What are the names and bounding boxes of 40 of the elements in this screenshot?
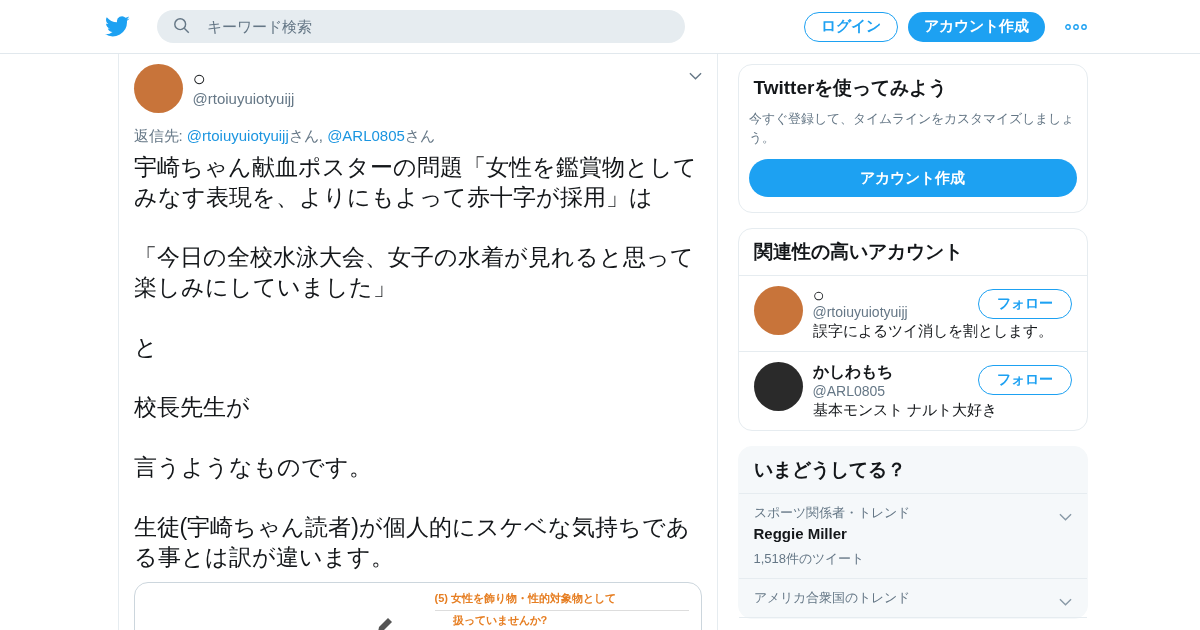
trend-name[interactable]: Reggie Miller [753,525,847,542]
card-title: いまどうしてる？ [738,447,1087,494]
follow-button[interactable]: フォロー [977,289,1072,319]
tweet-text: 生徒(宇崎ちゃん読者)が個人的にスケベな気持ちである事とは訳が違います。 [133,513,691,572]
tweet-count: 1,518件のツイート [753,550,866,568]
user-name[interactable]: ○ [192,68,206,90]
attached-document[interactable]: (5) 女性を飾り物・性的対象物として 扱っていませんか? [133,582,702,630]
account-bio: 誤字によるツイ消しを割とします。 [812,322,1054,341]
document-text: 扱っていませんか? [434,611,689,630]
user-handle[interactable]: @rtoiuyuiotyuijj [192,90,295,107]
tweet-text: 言うようなものです。 [133,453,373,482]
card-title: Twitterを使ってみよう [753,76,949,100]
bird-logo-icon[interactable] [105,16,130,37]
chevron-icon[interactable] [1058,513,1072,521]
tweet-text: 校長先生が [133,393,251,422]
chevron-icon[interactable] [1058,598,1072,606]
tweet-text: と [133,333,159,362]
reply-to-text: 返信先: @rtoiuyuiotyuijjさん, @ARL0805さん [133,127,436,146]
search-field[interactable]: キーワード検索 [157,10,685,43]
avatar[interactable] [753,362,803,411]
trend-context: アメリカ合衆国のトレンド [753,589,910,607]
signup-button[interactable]: アカウント作成 [748,159,1077,197]
account-handle[interactable]: @rtoiuyuiotyuijj [812,304,908,320]
document-text: (5) 女性を飾り物・性的対象物として [434,589,689,611]
tweet-text: 宇崎ちゃん献血ポスターの問題「女性を鑑賞物としてみなす表現を、よりにもよって赤十字が採用」は [133,153,698,212]
tweet-text: 「今日の全校水泳大会、女子の水着が見れると思って楽しみにしていました」 [133,243,695,302]
trend-context: スポーツ関係者・トレンド [753,504,910,522]
card-title: 関連性の高いアカウント [738,229,1087,276]
account-bio: 基本モンスト ナルト大好き [812,401,998,420]
login-button[interactable]: ログイン [804,11,898,42]
account-name[interactable]: ○ [812,286,825,304]
follow-button[interactable]: フォロー [977,365,1072,395]
chevron-icon[interactable] [688,72,702,80]
mention-link[interactable]: @ARL0805 [327,127,405,144]
account-name[interactable]: かしわもち [812,362,893,383]
more-icon[interactable] [1065,23,1087,30]
signup-button[interactable]: アカウント作成 [908,11,1045,42]
mention-link[interactable]: @rtoiuyuiotyuijj [186,127,289,144]
account-handle[interactable]: @ARL0805 [812,383,886,399]
signup-description: 今すぐ登録して、タイムラインをカスタマイズしましょう。 [748,110,1075,147]
